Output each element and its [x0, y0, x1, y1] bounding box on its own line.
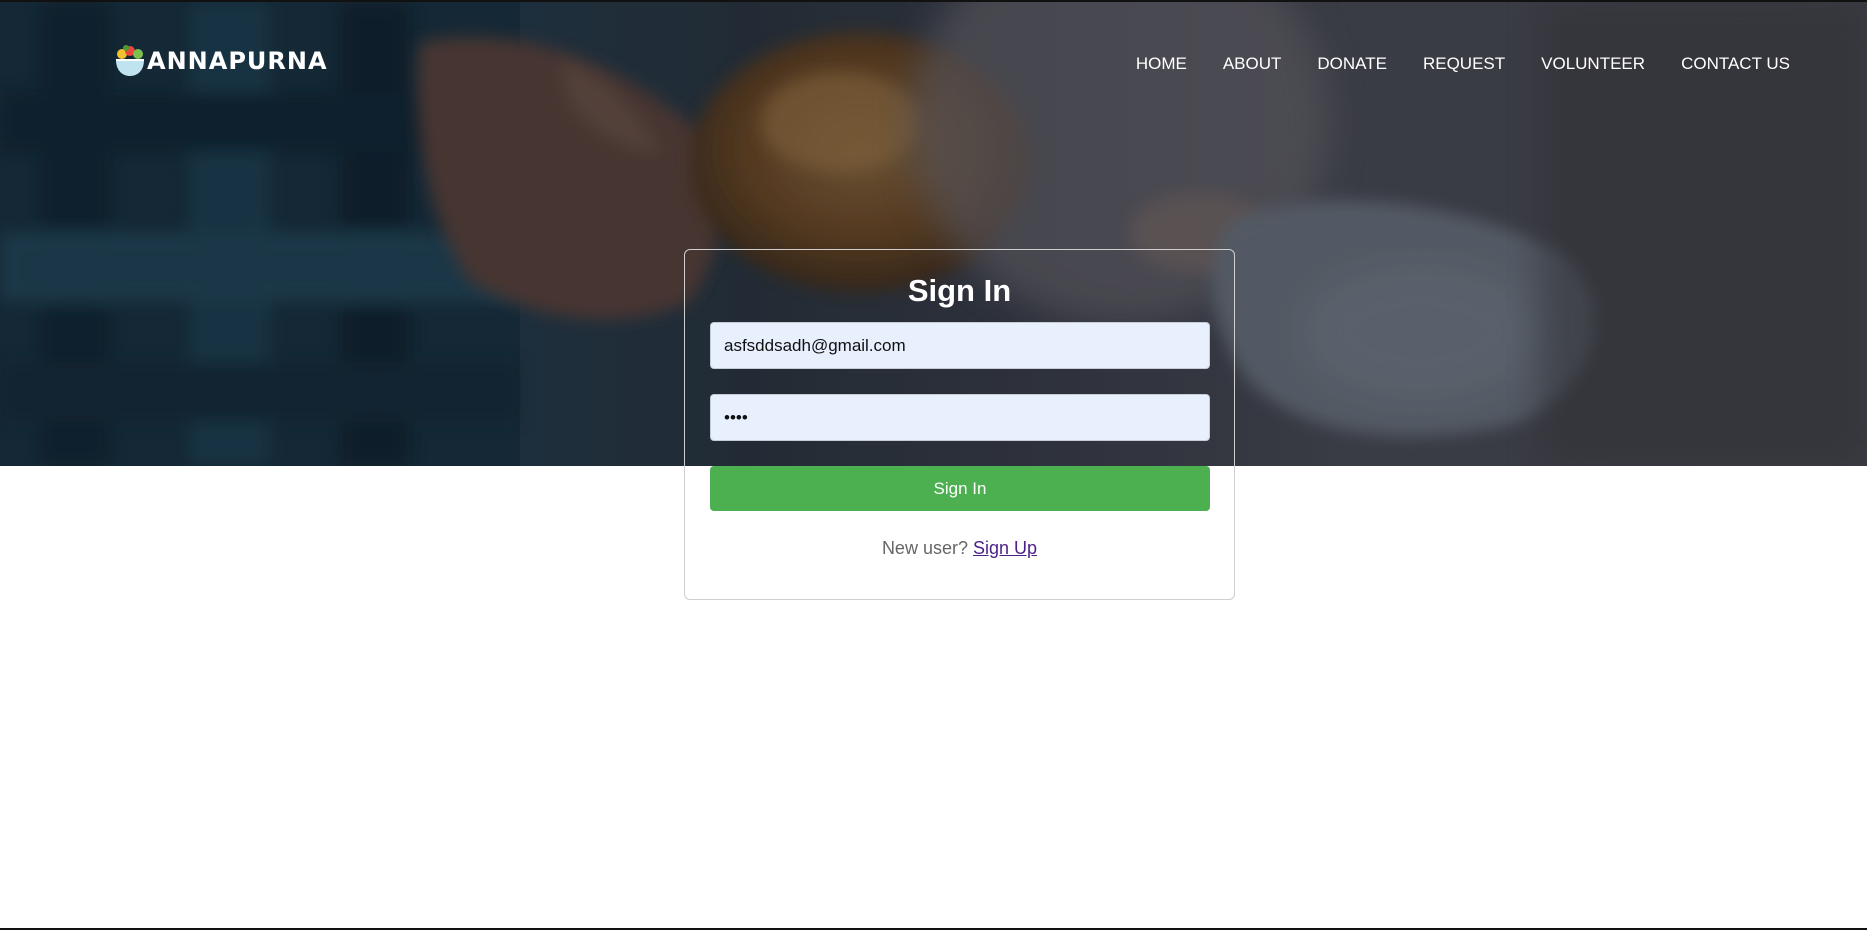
nav-contact-us[interactable]: CONTACT US [1681, 54, 1790, 74]
signin-button[interactable]: Sign In [710, 466, 1210, 511]
signup-link[interactable]: Sign Up [973, 538, 1037, 558]
signin-title: Sign In [907, 273, 1012, 308]
main-nav: HOME ABOUT DONATE REQUEST VOLUNTEER CONT… [1100, 54, 1790, 74]
brand-logo[interactable]: ANNAPURNA [114, 44, 328, 78]
food-bowl-icon [116, 45, 144, 76]
nav-about[interactable]: ABOUT [1223, 54, 1282, 74]
nav-volunteer[interactable]: VOLUNTEER [1541, 54, 1645, 74]
nav-home[interactable]: HOME [1136, 54, 1187, 74]
email-field[interactable] [710, 322, 1210, 369]
password-field[interactable] [710, 394, 1210, 441]
site-header: ANNAPURNA HOME ABOUT DONATE REQUEST VOLU… [0, 2, 1867, 122]
signin-card: Sign In Sign In New user? Sign Up [684, 249, 1235, 600]
page: ANNAPURNA HOME ABOUT DONATE REQUEST VOLU… [0, 0, 1867, 930]
brand-name: ANNAPURNA [147, 47, 328, 75]
signup-prompt: New user? Sign Up [685, 538, 1234, 559]
new-user-text: New user? [881, 538, 968, 558]
nav-donate[interactable]: DONATE [1317, 54, 1387, 74]
nav-request[interactable]: REQUEST [1423, 54, 1505, 74]
